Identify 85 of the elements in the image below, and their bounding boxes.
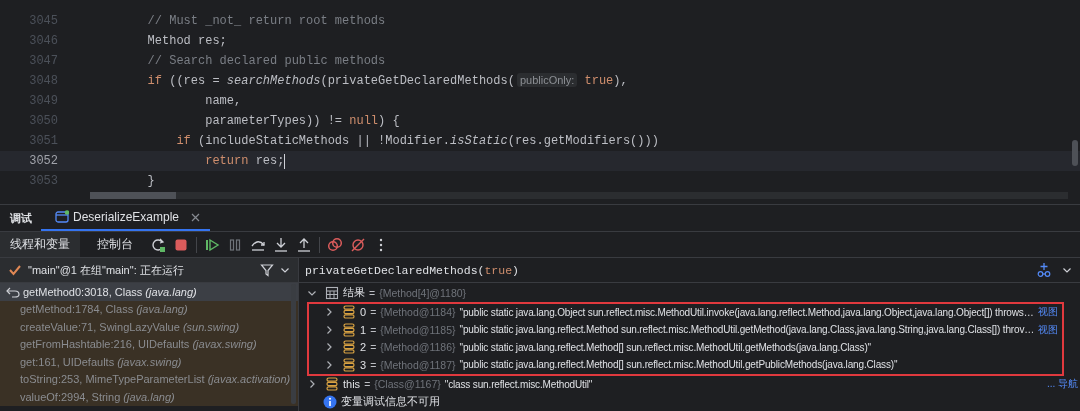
variable-type: {Method[4]@1180} — [379, 286, 467, 299]
scrollbar[interactable] — [90, 192, 1068, 199]
variable-name: 0 — [360, 306, 367, 319]
frame-label: valueOf:2994, String (java.lang) — [20, 390, 175, 403]
variable-type: {Class@1167} — [374, 378, 441, 391]
field-icon — [342, 340, 356, 355]
variable-type: {Method@1186} — [380, 341, 456, 354]
view-link[interactable]: 视图 — [1037, 305, 1060, 320]
line-number: 3052 — [28, 154, 59, 168]
code-line: } — [146, 174, 155, 188]
resume-icon[interactable] — [204, 236, 220, 253]
equals-sign: = — [370, 358, 377, 371]
frame-label: getMethod0:3018, Class (java.lang) — [23, 285, 197, 298]
variable-name: 3 — [360, 358, 367, 371]
stack-frame[interactable]: createValue:71, SwingLazyValue (sun.swing) — [0, 318, 298, 336]
rerun-icon[interactable] — [150, 236, 166, 253]
chevron-right-icon[interactable] — [307, 379, 317, 390]
variable-value: "public static java.lang.Object sun.reflect.misc.MethodUtil.invoke(java.lang.reflect.Method,java.lang.Object,java.lang.Object[]) throws… — [459, 306, 1034, 318]
chevron-right-icon[interactable] — [324, 342, 334, 353]
equals-sign: = — [370, 306, 377, 319]
chevron-right-icon[interactable] — [324, 359, 334, 370]
view-link[interactable]: ... 导航 — [1046, 377, 1080, 392]
chevron-down-icon[interactable] — [1062, 265, 1072, 275]
text-caret — [284, 153, 286, 169]
code-line: Method res; — [146, 34, 227, 48]
variable-name: 2 — [360, 341, 367, 354]
field-icon — [342, 322, 356, 337]
frame-label: get:161, UIDefaults (javax.swing) — [20, 355, 182, 368]
view-tab[interactable]: 控制台 — [87, 232, 143, 257]
chevron-down-icon[interactable] — [280, 265, 290, 275]
variable-name: 结果 — [343, 285, 365, 301]
variable-value: "public static java.lang.reflect.Method[] sun.reflect.misc.MethodUtil.getPublicMethods(java.lang.Class)" — [459, 359, 898, 371]
stack-frame[interactable]: get:161, UIDefaults (javax.swing) — [0, 353, 298, 371]
variable-name: this — [343, 378, 361, 391]
frame-label: createValue:71, SwingLazyValue (sun.swing) — [20, 320, 240, 333]
chevron-right-icon[interactable] — [324, 307, 334, 318]
window-icon — [55, 210, 69, 224]
code-line: // Search declared public methods — [146, 54, 386, 68]
variable-value: "public static java.lang.reflect.Method sun.reflect.misc.MethodUtil.getMethod(java.lang.Class,java.lang.String,java.lang.Class[]) throv… — [459, 324, 1035, 336]
add-watch-icon[interactable] — [1036, 262, 1052, 278]
code-line: name, — [204, 94, 242, 108]
array-icon — [325, 285, 339, 300]
frame-label: getMethod:1784, Class (java.lang) — [20, 303, 188, 316]
variable-type: {Method@1184} — [380, 306, 456, 319]
frame-label: toString:253, MimeTypeParameterList (javax.activation) — [20, 373, 291, 386]
variable-name: 1 — [360, 323, 367, 336]
variable-value: "public static java.lang.reflect.Method[] sun.reflect.misc.MethodUtil.getMethods(java.lang.Class)" — [459, 341, 872, 353]
equals-sign: = — [369, 286, 376, 299]
equals-sign: = — [370, 341, 377, 354]
equals-sign: = — [364, 378, 371, 391]
stack-frame[interactable]: getMethod0:3018, Class (java.lang) — [0, 283, 298, 301]
code-line: // Must _not_ return root methods — [146, 14, 386, 28]
code-line: if (includeStaticMethods || !Modifier.isStatic(res.getModifiers())) — [175, 134, 659, 148]
return-arrow-icon — [6, 285, 20, 298]
mute-breakpoints-icon[interactable] — [350, 236, 366, 253]
field-icon — [342, 357, 356, 372]
view-tab[interactable]: 线程和变量 — [0, 232, 80, 257]
code-line: parameterTypes)) != null) { — [204, 114, 400, 128]
scrollbar-thumb[interactable] — [1072, 140, 1078, 166]
equals-sign: = — [370, 323, 377, 336]
step-into-icon[interactable] — [273, 236, 289, 253]
info-icon — [323, 394, 337, 409]
info-message: 变量调试信息不可用 — [341, 394, 440, 410]
view-link[interactable]: 视图 — [1038, 322, 1061, 337]
expression-field[interactable]: privateGetDeclaredMethods(true) — [305, 263, 1026, 277]
session-tab[interactable]: DeserializeExample — [41, 205, 211, 231]
scrollbar-thumb[interactable] — [291, 284, 296, 404]
filter-icon[interactable] — [260, 263, 274, 277]
code-line: return res; — [204, 154, 285, 168]
variable-type: {Method@1185} — [380, 323, 456, 336]
stack-frame[interactable]: valueOf:2994, String (java.lang) — [0, 388, 298, 406]
breakpoints-icon[interactable] — [327, 236, 343, 253]
frame-label: getFromHashtable:216, UIDefaults (javax.swing) — [20, 338, 257, 351]
variable-value: "class sun.reflect.misc.MethodUtil" — [444, 378, 593, 390]
check-icon — [8, 263, 22, 277]
chevron-right-icon[interactable] — [324, 324, 334, 335]
pause-icon[interactable] — [227, 236, 243, 253]
step-out-icon[interactable] — [296, 236, 312, 253]
field-icon — [342, 305, 356, 320]
parameter-hint: publicOnly: — [516, 73, 578, 87]
field-icon — [325, 377, 339, 392]
tool-window-title: 调试 — [9, 210, 33, 226]
variable-type: {Method@1187} — [380, 358, 456, 371]
close-icon[interactable] — [191, 212, 201, 222]
code-line: if ((res = searchMethods(privateGetDeclaredMethods( publicOnly: true), — [146, 74, 628, 88]
